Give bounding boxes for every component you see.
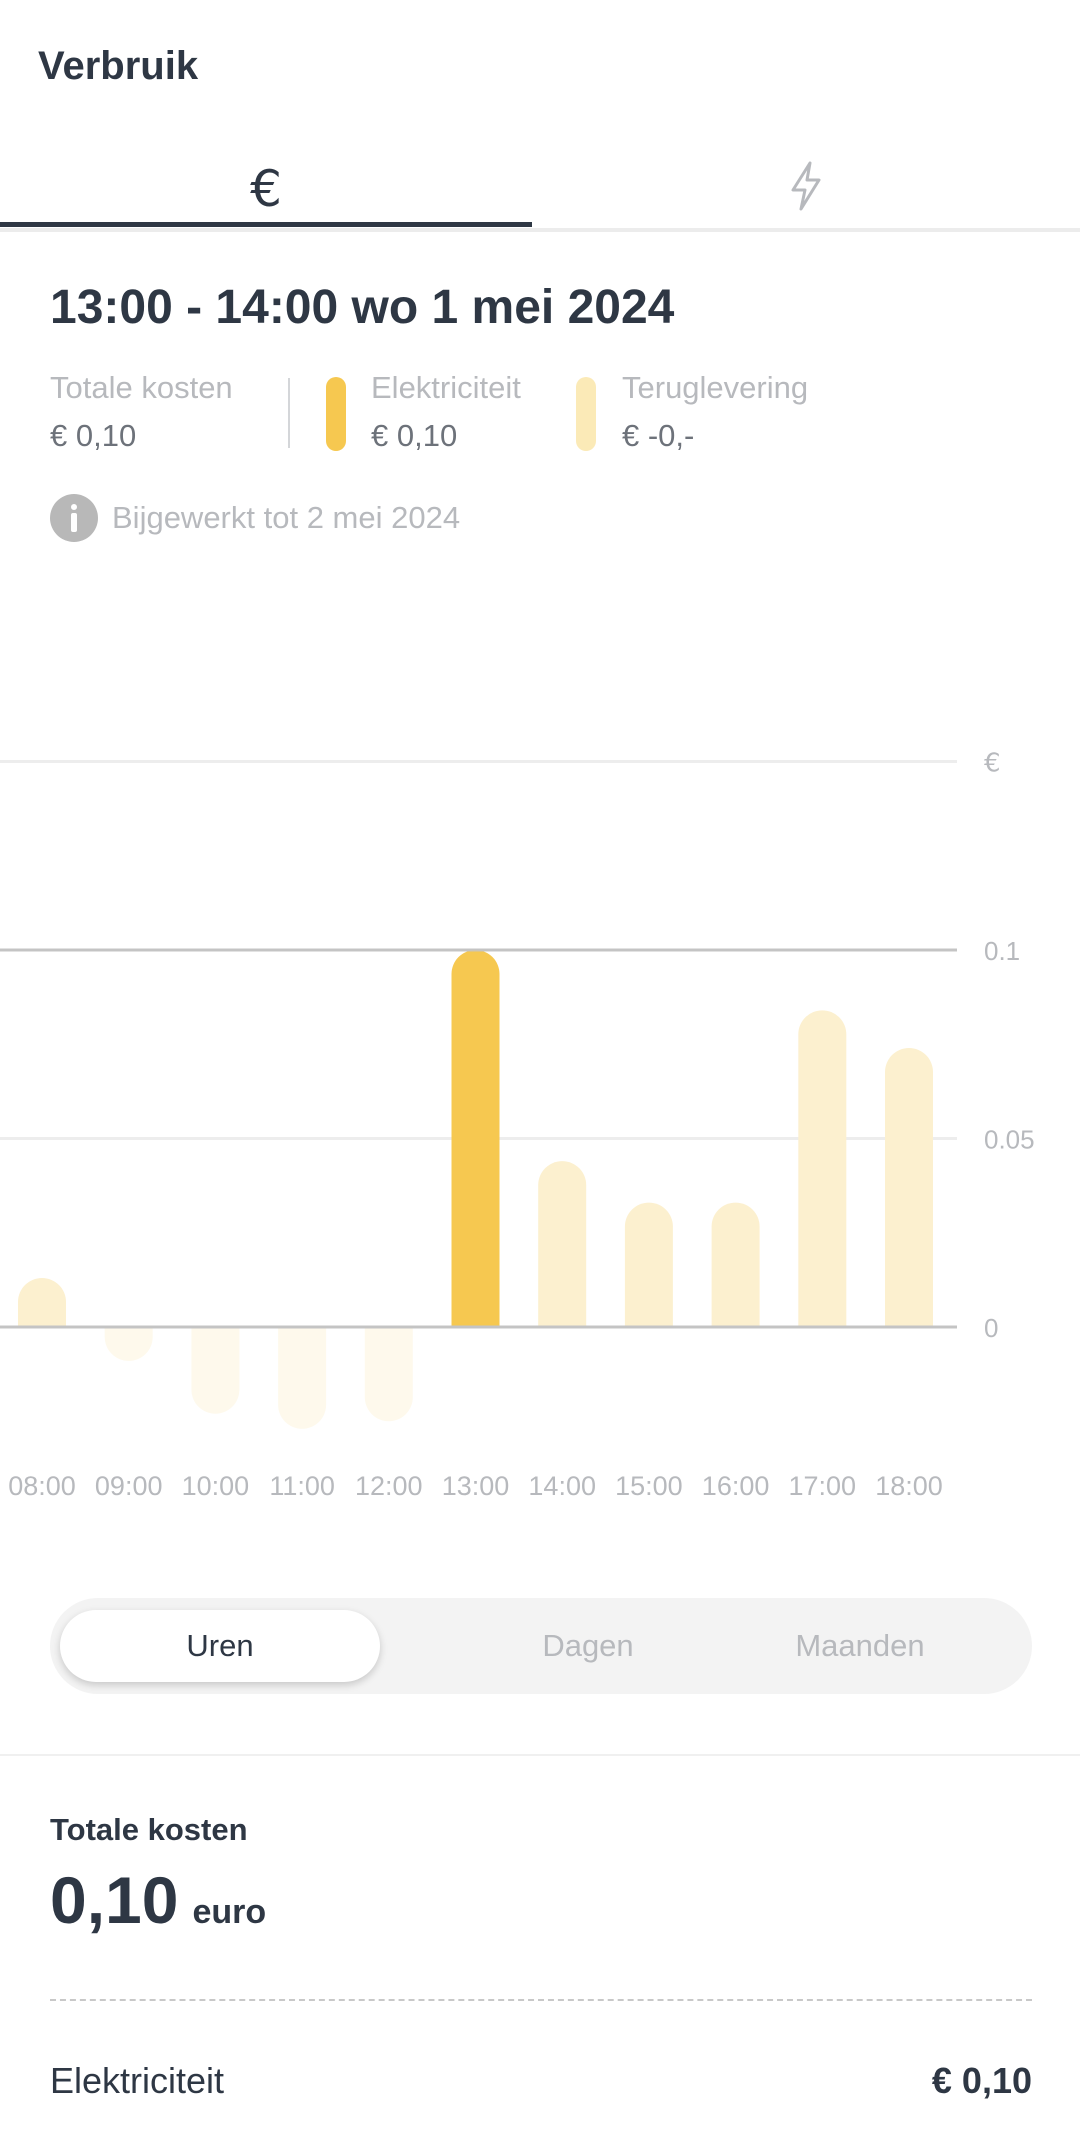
chart-y-tick-label: 0 [984, 1313, 998, 1343]
euro-icon: € [250, 160, 282, 218]
summary-total-unit: euro [192, 1893, 267, 1931]
range-months-button[interactable]: Maanden [700, 1610, 1020, 1682]
summary-electricity-value: € 0,10 [931, 2060, 1032, 2101]
chart-x-tick-label: 12:00 [355, 1471, 423, 1501]
chart-x-tick-label: 11:00 [269, 1471, 335, 1501]
legend-feedback-value: € -0,- [622, 418, 695, 453]
chart-bar [624, 1202, 673, 1327]
chart-unit-label: € [984, 749, 1001, 779]
tab-bar: € [0, 140, 1080, 232]
chart-bar [451, 950, 500, 1327]
legend-total-value: € 0,10 [50, 418, 137, 453]
chart-bar [364, 1327, 413, 1422]
range-hours-button[interactable]: Uren [60, 1610, 380, 1682]
lightning-icon [791, 161, 821, 211]
legend-electricity-label: Elektriciteit [371, 370, 521, 405]
chart-bar [191, 1327, 240, 1414]
chart-x-tick-label: 13:00 [442, 1471, 510, 1501]
summary-total: 0,10 euro [50, 1862, 266, 1938]
chart-y-tick-label: 0.05 [984, 1125, 1035, 1155]
range-selector: Uren Dagen Maanden [50, 1598, 1032, 1694]
update-notice-text: Bijgewerkt tot 2 mei 2024 [112, 500, 461, 535]
summary-total-label: Totale kosten [50, 1812, 248, 1847]
chart-x-tick-label: 15:00 [615, 1471, 683, 1501]
summary-electricity-row[interactable]: Elektriciteit € 0,10 [50, 2060, 1032, 2102]
chart-bar [538, 1161, 587, 1327]
info-icon[interactable] [50, 494, 98, 542]
dashed-divider [50, 1999, 1032, 2001]
chart-x-tick-label: 18:00 [875, 1471, 943, 1501]
chart-x-tick-label: 08:00 [8, 1471, 76, 1501]
summary-electricity-label: Elektriciteit [50, 2060, 225, 2101]
electricity-color-marker [326, 377, 346, 451]
chart-x-tick-label: 17:00 [789, 1471, 857, 1501]
tab-consumption[interactable] [532, 140, 1080, 232]
update-notice: Bijgewerkt tot 2 mei 2024 [50, 494, 460, 542]
feedback-color-marker [576, 377, 596, 451]
legend-electricity-value: € 0,10 [371, 418, 458, 453]
chart-x-tick-label: 09:00 [95, 1471, 163, 1501]
chart-x-tick-label: 14:00 [528, 1471, 596, 1501]
legend-divider [288, 378, 290, 448]
page-title: Verbruik [38, 44, 199, 88]
chart-y-tick-label: 0.1 [984, 936, 1020, 966]
chart-bar [711, 1202, 760, 1327]
tabs-baseline [0, 228, 1080, 232]
cost-chart[interactable]: €0 0.05 0.1 08:00 09:00 10:00 11:00 12:00 13:00 1… [0, 700, 1080, 1520]
chart-bar [18, 1277, 66, 1327]
tab-costs[interactable]: € [0, 140, 532, 232]
active-tab-indicator [0, 222, 532, 227]
chart-bar [278, 1327, 327, 1429]
cost-chart-svg: €0 0.05 0.1 08:00 09:00 10:00 11:00 12:00 13:00 1… [0, 749, 1035, 1501]
chart-x-tick-label: 10:00 [182, 1471, 250, 1501]
legend-feedback-label: Teruglevering [622, 370, 809, 405]
chart-bar [104, 1327, 153, 1361]
chart-x-tick-label: 16:00 [702, 1471, 770, 1501]
legend-total-label: Totale kosten [50, 370, 233, 405]
section-divider [0, 1754, 1080, 1756]
chart-bar [798, 1010, 847, 1327]
chart-bar [885, 1048, 933, 1327]
selected-period: 13:00 - 14:00 wo 1 mei 2024 [50, 281, 675, 334]
summary-total-value: 0,10 [50, 1863, 179, 1937]
